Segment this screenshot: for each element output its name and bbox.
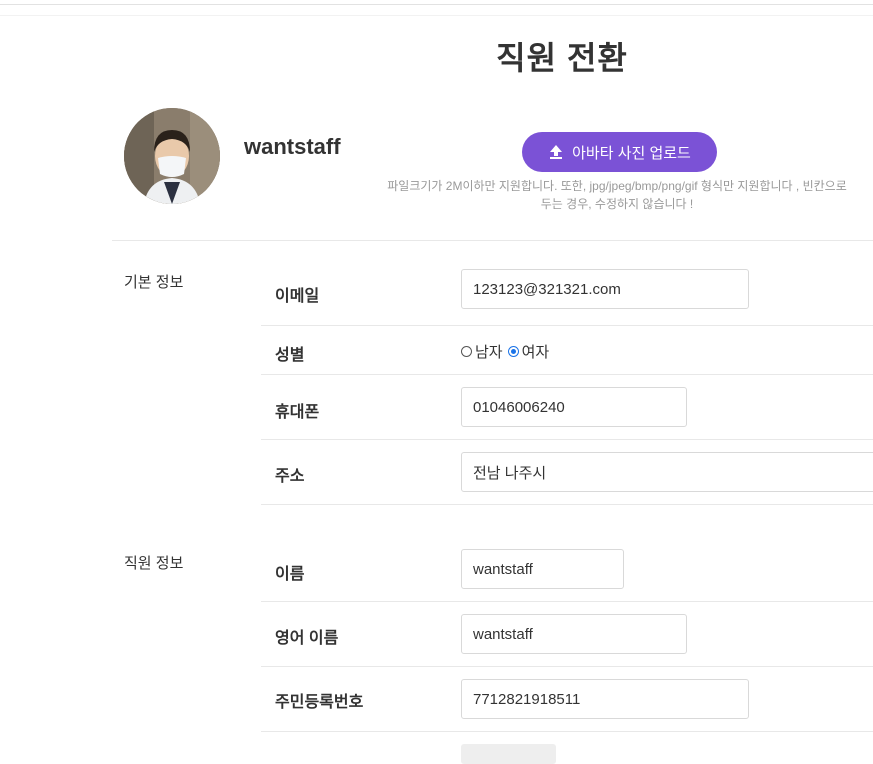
top-border — [0, 4, 873, 5]
phone-row: 휴대폰 — [261, 375, 873, 440]
upload-note: 파일크기가 2M이하만 지원합니다. 또한, jpg/jpeg/bmp/png/… — [362, 177, 872, 213]
english-name-label: 영어 이름 — [275, 630, 339, 647]
resident-number-field[interactable] — [461, 679, 749, 719]
gender-male-label[interactable]: 남자 — [475, 341, 503, 362]
english-name-row: 영어 이름 — [261, 602, 873, 667]
gender-female-radio[interactable] — [507, 346, 519, 357]
upload-avatar-button[interactable]: 아바타 사진 업로드 — [522, 132, 717, 172]
phone-field[interactable] — [461, 387, 687, 427]
address-row: 주소 — [261, 440, 873, 505]
resident-number-label: 주민등록번호 — [275, 694, 364, 711]
upload-note-line1: 파일크기가 2M이하만 지원합니다. 또한, jpg/jpeg/bmp/png/… — [387, 179, 847, 193]
gender-label: 성별 — [275, 347, 305, 364]
address-label: 주소 — [275, 468, 305, 485]
page-title: 직원 전환 — [496, 40, 628, 76]
email-label: 이메일 — [275, 288, 320, 305]
upload-icon — [550, 145, 563, 159]
avatar-photo — [124, 108, 220, 204]
email-row: 이메일 — [261, 258, 873, 326]
gender-radio-group: 남자 여자 — [461, 341, 554, 362]
english-name-field[interactable] — [461, 614, 687, 654]
name-label: 이름 — [275, 566, 305, 583]
basic-info-section-label: 기본 정보 — [124, 274, 184, 291]
phone-label: 휴대폰 — [275, 404, 320, 421]
header-divider — [0, 15, 873, 16]
username: wantstaff — [244, 134, 341, 159]
name-row: 이름 — [261, 536, 873, 602]
resident-number-row: 주민등록번호 — [261, 667, 873, 732]
gender-female-label[interactable]: 여자 — [522, 341, 550, 362]
email-field[interactable] — [461, 269, 749, 309]
upload-note-line2: 두는 경우, 수정하지 않습니다 ! — [540, 197, 694, 211]
next-field-partial[interactable] — [461, 744, 556, 764]
profile-divider — [112, 240, 873, 241]
avatar — [124, 108, 220, 204]
staff-info-section-label: 직원 정보 — [124, 555, 184, 572]
name-field[interactable] — [461, 549, 624, 589]
gender-male-radio[interactable] — [461, 346, 472, 357]
address-field[interactable] — [461, 452, 873, 492]
gender-row: 성별 남자 여자 — [261, 326, 873, 375]
upload-button-label: 아바타 사진 업로드 — [572, 144, 691, 162]
